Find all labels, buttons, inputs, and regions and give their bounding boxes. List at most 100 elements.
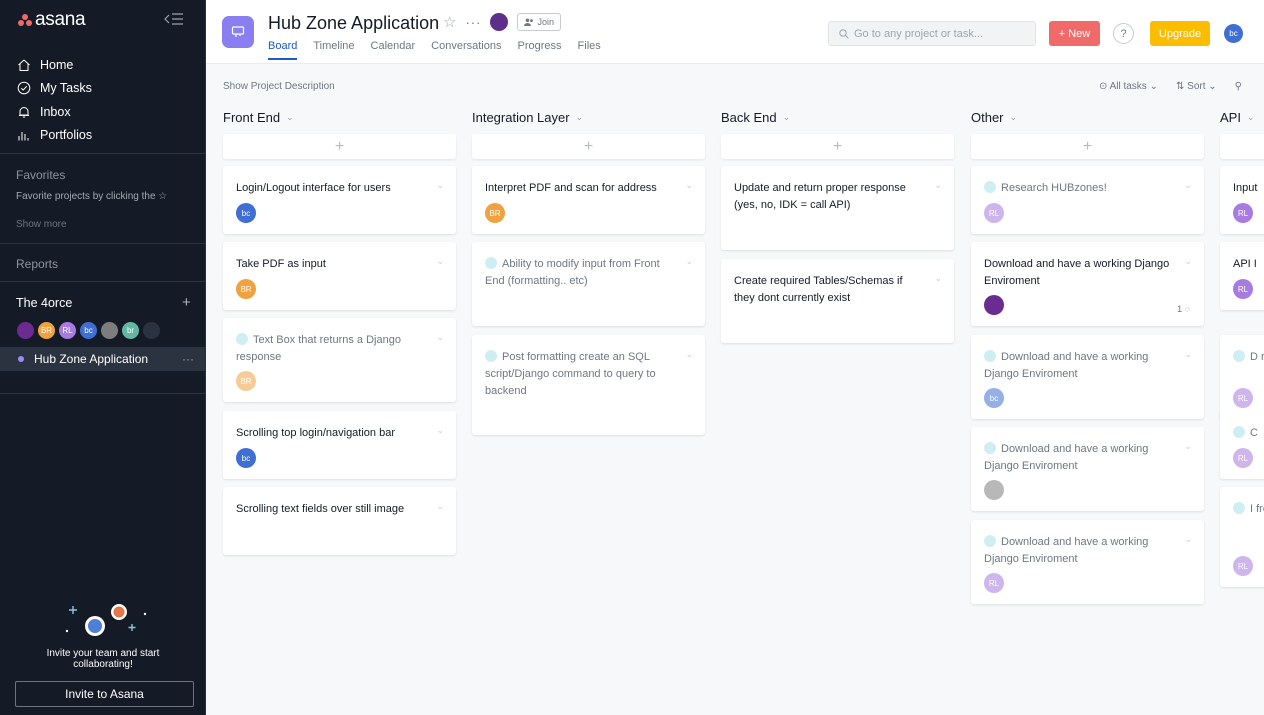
comment-count[interactable]: 1 ◌	[1177, 304, 1190, 314]
add-task-button[interactable]: +	[223, 134, 456, 159]
upgrade-button[interactable]: Upgrade	[1150, 21, 1210, 46]
tab-files[interactable]: Files	[578, 40, 601, 60]
new-button[interactable]: + New	[1049, 21, 1100, 46]
tab-calendar[interactable]: Calendar	[371, 40, 416, 60]
sidebar-item-inbox[interactable]: Inbox	[0, 100, 206, 124]
tab-board[interactable]: Board	[268, 40, 298, 60]
chevron-down-icon[interactable]: ⌄	[934, 273, 942, 284]
chevron-down-icon[interactable]: ⌄	[685, 349, 693, 360]
add-task-button[interactable]: +	[472, 134, 705, 159]
project-more-icon[interactable]: ···	[182, 352, 194, 366]
more-icon[interactable]: ···	[465, 15, 481, 30]
all-tasks-filter[interactable]: ⊙ All tasks ⌄	[1099, 81, 1158, 92]
team-member-avatar[interactable]: br	[121, 321, 140, 340]
completed-check-icon[interactable]	[485, 350, 497, 362]
team-member-avatar[interactable]: RL	[58, 321, 77, 340]
sidebar-item-portfolios[interactable]: Portfolios	[0, 124, 206, 148]
completed-check-icon[interactable]	[1233, 502, 1245, 514]
team-member-avatar[interactable]	[100, 321, 119, 340]
team-member-avatar[interactable]: BR	[37, 321, 56, 340]
add-task-button[interactable]: +	[1220, 134, 1264, 159]
completed-check-icon[interactable]	[984, 535, 996, 547]
user-avatar[interactable]: bc	[1224, 24, 1243, 43]
task-card[interactable]: Ability to modify input from Front End (…	[472, 242, 705, 326]
task-card[interactable]: Update and return proper response (yes, …	[721, 166, 954, 250]
completed-check-icon[interactable]	[1233, 426, 1245, 438]
task-card[interactable]: Scrolling text fields over still image ⌄	[223, 487, 456, 555]
chevron-down-icon[interactable]: ⌄	[783, 112, 791, 123]
star-icon[interactable]: ☆	[443, 13, 456, 31]
tab-conversations[interactable]: Conversations	[431, 40, 501, 60]
assignee-avatar[interactable]: RL	[1233, 556, 1253, 576]
invite-to-asana-button[interactable]: Invite to Asana	[15, 681, 194, 707]
sidebar-item-home[interactable]: Home	[0, 53, 206, 77]
assignee-avatar[interactable]: bc	[984, 388, 1004, 408]
tab-timeline[interactable]: Timeline	[313, 40, 354, 60]
assignee-avatar[interactable]: RL	[1233, 279, 1253, 299]
assignee-avatar[interactable]	[984, 295, 1004, 315]
assignee-avatar[interactable]: bc	[236, 203, 256, 223]
sidebar-item-my-tasks[interactable]: My Tasks	[0, 77, 206, 101]
favorites-title[interactable]: Favorites	[16, 168, 65, 182]
chevron-down-icon[interactable]: ⌄	[436, 332, 444, 343]
task-card[interactable]: Post formatting create an SQL script/Dja…	[472, 335, 705, 435]
task-card[interactable]: Create required Tables/Schemas if they d…	[721, 259, 954, 343]
add-team-project-icon[interactable]: +	[182, 294, 191, 311]
team-name[interactable]: The 4orce	[16, 296, 72, 310]
task-card[interactable]: Scrolling top login/navigation bar ⌄ bc	[223, 411, 456, 479]
add-task-button[interactable]: +	[721, 134, 954, 159]
tab-progress[interactable]: Progress	[518, 40, 562, 60]
team-member-avatar[interactable]: bc	[79, 321, 98, 340]
assignee-avatar[interactable]: BR	[485, 203, 505, 223]
help-icon[interactable]: ?	[1113, 23, 1134, 44]
reports-title[interactable]: Reports	[16, 257, 58, 271]
search-input[interactable]	[854, 27, 1024, 40]
team-member-avatar[interactable]	[142, 321, 161, 340]
chevron-down-icon[interactable]: ⌄	[1184, 534, 1192, 545]
chevron-down-icon[interactable]: ⌄	[576, 112, 584, 123]
column-header[interactable]: Integration Layer ⌄	[472, 105, 705, 129]
task-card[interactable]: Text Box that returns a Django response ⌄…	[223, 318, 456, 402]
column-header[interactable]: API ⌄	[1220, 105, 1264, 129]
sort-button[interactable]: ⇅ Sort ⌄	[1176, 81, 1217, 92]
column-header[interactable]: Back End ⌄	[721, 105, 954, 129]
chevron-down-icon[interactable]: ⌄	[436, 501, 444, 512]
team-member-avatar[interactable]	[16, 321, 35, 340]
column-header[interactable]: Other ⌄	[971, 105, 1204, 129]
assignee-avatar[interactable]: bc	[236, 448, 256, 468]
asana-logo[interactable]: asana	[18, 9, 86, 31]
chevron-down-icon[interactable]: ⌄	[934, 180, 942, 191]
task-card[interactable]: Download and have a working Django Envir…	[971, 242, 1204, 326]
task-card[interactable]: Download and have a working Django Envir…	[971, 520, 1204, 604]
sidebar-project-hub-zone[interactable]: Hub Zone Application ···	[0, 347, 206, 371]
show-more-link[interactable]: Show more	[16, 219, 67, 230]
chevron-down-icon[interactable]: ⌄	[1184, 349, 1192, 360]
chevron-down-icon[interactable]: ⌄	[685, 180, 693, 191]
chevron-down-icon[interactable]: ⌄	[685, 256, 693, 267]
completed-check-icon[interactable]	[485, 257, 497, 269]
assignee-avatar[interactable]: BR	[236, 371, 256, 391]
assignee-avatar[interactable]: RL	[1233, 448, 1253, 468]
page-title[interactable]: Hub Zone Application	[268, 13, 439, 34]
add-task-button[interactable]: +	[971, 134, 1204, 159]
search-bar[interactable]	[828, 21, 1036, 46]
assignee-avatar[interactable]	[984, 480, 1004, 500]
chevron-down-icon[interactable]: ⌄	[436, 180, 444, 191]
completed-check-icon[interactable]	[236, 333, 248, 345]
completed-check-icon[interactable]	[984, 442, 996, 454]
task-card[interactable]: I from end)⌄RL	[1220, 487, 1264, 587]
task-card[interactable]: Input⌄RL	[1220, 166, 1264, 234]
project-icon[interactable]	[222, 16, 254, 48]
collapse-sidebar-icon[interactable]	[163, 11, 185, 27]
task-card[interactable]: C⌄RL	[1220, 411, 1264, 479]
avatar[interactable]	[490, 13, 509, 31]
chevron-down-icon[interactable]: ⌄	[1184, 180, 1192, 191]
assignee-avatar[interactable]: RL	[1233, 388, 1253, 408]
chevron-down-icon[interactable]: ⌄	[1247, 112, 1255, 123]
column-header[interactable]: Front End ⌄	[223, 105, 456, 129]
task-card[interactable]: Take PDF as input ⌄ BR	[223, 242, 456, 310]
show-description-link[interactable]: Show Project Description	[223, 81, 335, 92]
chevron-down-icon[interactable]: ⌄	[1010, 112, 1018, 123]
assignee-avatar[interactable]: BR	[236, 279, 256, 299]
task-card[interactable]: D rese⌄RL	[1220, 335, 1264, 419]
